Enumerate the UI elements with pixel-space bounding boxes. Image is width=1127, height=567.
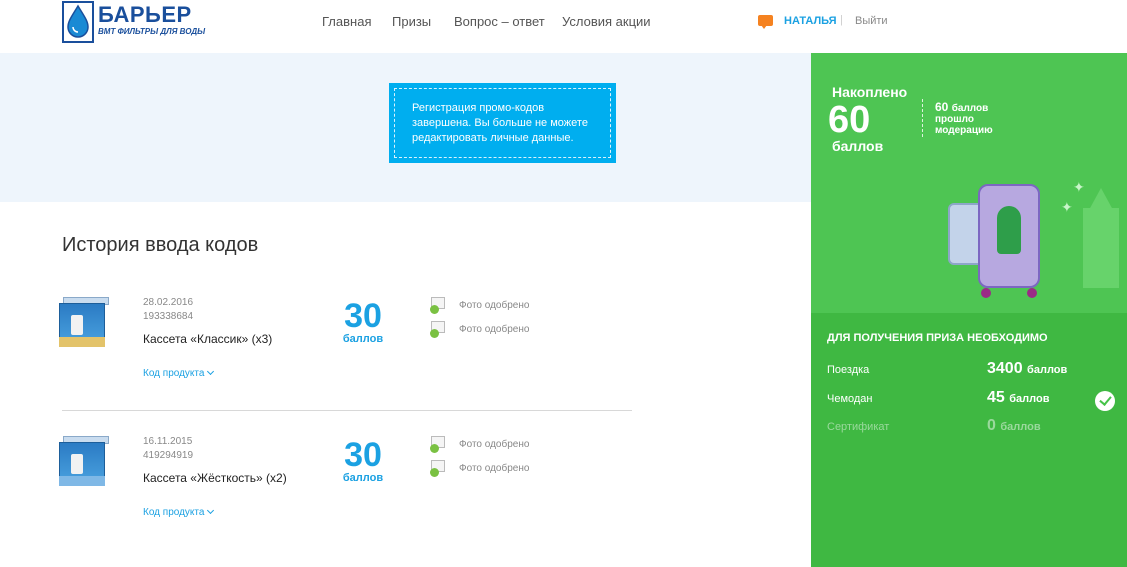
chat-icon[interactable] [758,15,773,29]
requirements-title: ДЛЯ ПОЛУЧЕНИЯ ПРИЗА НЕОБХОДИМО [827,332,1048,344]
notice-box: Регистрация промо-кодов завершена. Вы бо… [389,83,616,163]
entry-points: 30 баллов [338,438,388,484]
notice-line: редактировать личные данные. [412,132,574,144]
prize-illustration: ✦ ✦ [923,178,1123,310]
moderation-value: 60 баллов [935,100,988,114]
prize-name: Поездка [827,364,870,376]
prize-points: 45 баллов [987,389,1049,407]
product-code-toggle[interactable]: Код продукта [143,367,215,379]
requirement-row: Поездка 3400 баллов [827,360,1117,380]
entry-code: 193338684 [143,311,194,322]
prize-points-unit: баллов [1027,364,1068,376]
prize-name: Чемодан [827,393,873,405]
nav-terms[interactable]: Условия акции [562,14,651,29]
status-text: Фото одобрено [459,439,530,450]
moderation-number: 60 [935,100,949,114]
logout-link[interactable]: Выйти [855,15,888,27]
chevron-down-icon [207,367,215,376]
entry-product-name: Кассета «Классик» (x3) [143,332,273,346]
product-code-label: Код продукта [143,507,205,518]
requirement-row: Чемодан 45 баллов [827,389,1117,411]
cartridge-shape [71,315,83,335]
points-label: баллов [342,333,384,345]
header: БАРЬЕР ВМТ ФИЛЬТРЫ ДЛЯ ВОДЫ Главная Приз… [0,0,1127,53]
logo-title: БАРЬЕР [98,2,192,27]
notice-text: Регистрация промо-кодов завершена. Вы бо… [394,88,611,158]
requirement-row: Сертификат 0 баллов [827,417,1117,437]
status-text: Фото одобрено [459,300,530,311]
entry-product-name: Кассета «Жёсткость» (x2) [143,471,287,485]
logo-subtitle: ВМТ ФИЛЬТРЫ ДЛЯ ВОДЫ [98,27,206,36]
nav-faq[interactable]: Вопрос – ответ [454,14,545,29]
moderation-text: прошло модерацию [935,114,993,136]
chevron-down-icon [207,506,215,515]
entry-points: 30 баллов [338,299,388,345]
status-text: Фото одобрено [459,324,530,335]
entry-date: 16.11.2015 [143,436,193,447]
check-icon [430,468,439,477]
accumulated-label: Накоплено [832,84,908,100]
prize-points: 3400 баллов [987,360,1067,378]
points-summary: Накоплено 60 баллов 60 баллов прошло мод… [811,53,1127,313]
water-drop-icon [62,1,94,43]
castle-image [1083,208,1119,288]
prize-points-unit: баллов [1009,393,1050,405]
points-value: 30 [344,436,382,474]
prize-name: Сертификат [827,421,890,433]
product-code-label: Код продукта [143,368,205,379]
prize-points-value: 0 [987,417,996,434]
entry-date: 28.02.2016 [143,297,194,308]
achieved-check-icon [1095,391,1115,411]
status-text: Фото одобрено [459,463,530,474]
history-entry: 16.11.2015 419294919 Кассета «Жёсткость»… [55,436,635,556]
page: БАРЬЕР ВМТ ФИЛЬТРЫ ДЛЯ ВОДЫ Главная Приз… [0,0,1127,567]
check-icon [430,305,439,314]
nav-prizes[interactable]: Призы [392,14,431,29]
notice-line: Регистрация промо-кодов [412,102,545,114]
user-separator: | [840,14,843,26]
notice-line: завершена. Вы больше не можете [412,117,588,129]
prize-points: 0 баллов [987,417,1041,435]
prize-points-value: 3400 [987,360,1023,377]
product-code-toggle[interactable]: Код продукта [143,506,215,518]
cartridge-shape [71,454,83,474]
check-icon [430,329,439,338]
accumulated-value: 60 [828,99,871,141]
entry-divider [62,410,632,411]
prize-requirements: ДЛЯ ПОЛУЧЕНИЯ ПРИЗА НЕОБХОДИМО Поездка 3… [811,313,1127,567]
user-name[interactable]: НАТАЛЬЯ [784,15,837,27]
history-title: История ввода кодов [62,234,259,256]
box-band [59,476,105,486]
points-label: баллов [342,472,384,484]
box-band [59,337,105,347]
wheel-icon [1027,288,1037,298]
product-image [55,297,111,349]
sparkle-icon: ✦ [1073,179,1085,195]
history-entry: 28.02.2016 193338684 Кассета «Классик» (… [55,297,635,417]
accumulated-unit: баллов [832,138,884,154]
castle-roof [1089,188,1113,210]
product-image [55,436,111,488]
nav-home[interactable]: Главная [322,14,371,29]
sparkle-icon: ✦ [1061,199,1073,215]
fairy-figure [997,206,1021,254]
wheel-icon [981,288,991,298]
check-icon [430,444,439,453]
points-value: 30 [344,297,382,335]
entry-code: 419294919 [143,450,194,461]
prize-points-unit: баллов [1000,421,1041,433]
prize-points-value: 45 [987,389,1005,406]
points-panel: Накоплено 60 баллов 60 баллов прошло мод… [811,53,1127,567]
moderation-unit: баллов [951,103,989,114]
moderation-line: модерацию [935,125,993,136]
moderation-line: прошло [935,114,974,125]
summary-divider [922,99,923,137]
brand-logo[interactable]: БАРЬЕР ВМТ ФИЛЬТРЫ ДЛЯ ВОДЫ [62,1,212,43]
